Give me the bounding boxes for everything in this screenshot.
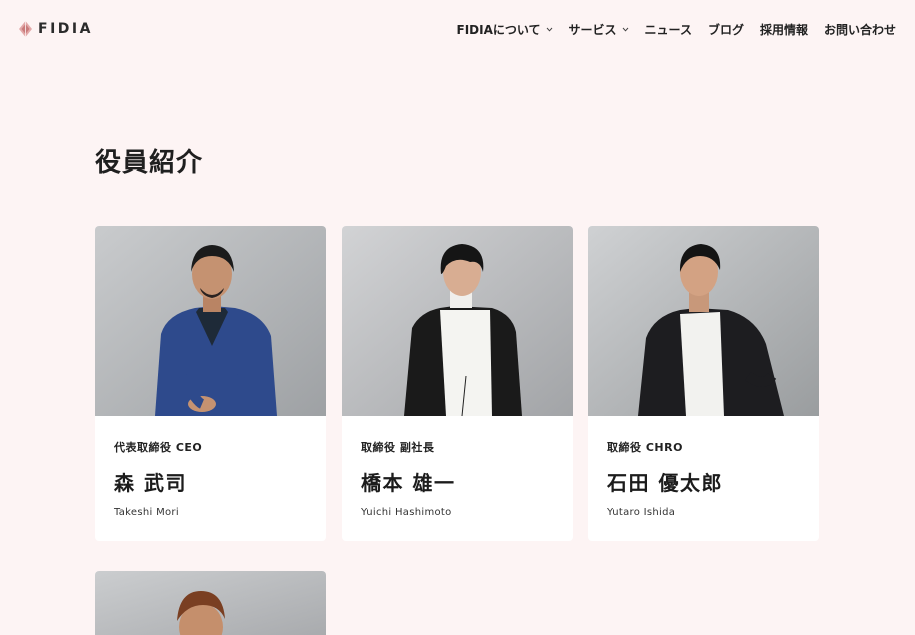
chevron-down-icon xyxy=(622,27,628,32)
nav-label: FIDIAについて xyxy=(456,23,541,37)
member-name: 橋本 雄一 xyxy=(361,471,456,495)
logo-text: FIDIA xyxy=(38,21,93,37)
site-logo[interactable]: FIDIA xyxy=(19,20,93,38)
member-card[interactable]: 取締役 CHRO 石田 優太郎 Yutaro Ishida xyxy=(588,226,819,541)
chevron-down-icon xyxy=(546,27,552,32)
member-photo xyxy=(342,226,573,416)
nav-item-about[interactable]: FIDIAについて xyxy=(457,21,553,38)
member-photo xyxy=(95,226,326,416)
nav-item-recruit[interactable]: 採用情報 xyxy=(760,21,808,38)
page-title: 役員紹介 xyxy=(95,148,204,178)
nav-item-blog[interactable]: ブログ xyxy=(708,21,744,38)
member-name-romaji: Yuichi Hashimoto xyxy=(361,507,452,518)
nav-item-contact[interactable]: お問い合わせ xyxy=(824,21,896,38)
member-photo xyxy=(95,571,326,635)
member-card[interactable]: 代表取締役 CEO 森 武司 Takeshi Mori xyxy=(95,226,326,541)
nav-label: ニュース xyxy=(644,23,692,37)
nav-label: お問い合わせ xyxy=(823,23,896,37)
nav-label: サービス xyxy=(568,23,617,37)
nav-label: ブログ xyxy=(707,23,744,37)
nav-label: 採用情報 xyxy=(759,23,808,37)
member-name: 石田 優太郎 xyxy=(607,471,723,495)
member-card[interactable] xyxy=(95,571,326,635)
member-card[interactable]: 取締役 副社長 橋本 雄一 Yuichi Hashimoto xyxy=(342,226,573,541)
member-name: 森 武司 xyxy=(114,471,187,495)
member-name-romaji: Takeshi Mori xyxy=(114,507,179,518)
member-role: 取締役 副社長 xyxy=(361,441,435,454)
member-name-romaji: Yutaro Ishida xyxy=(607,507,676,518)
main-nav: FIDIAについて サービス ニュース ブログ 採用情報 お問い合わせ xyxy=(457,21,896,38)
nav-item-services[interactable]: サービス xyxy=(569,21,629,38)
nav-item-news[interactable]: ニュース xyxy=(645,21,692,38)
member-role: 取締役 CHRO xyxy=(607,441,683,454)
member-photo xyxy=(588,226,819,416)
member-role: 代表取締役 CEO xyxy=(114,441,203,454)
site-header: FIDIA FIDIAについて サービス ニュース ブログ 採用情報 お問い合わ… xyxy=(0,0,915,58)
fidia-logo-icon xyxy=(19,21,32,37)
